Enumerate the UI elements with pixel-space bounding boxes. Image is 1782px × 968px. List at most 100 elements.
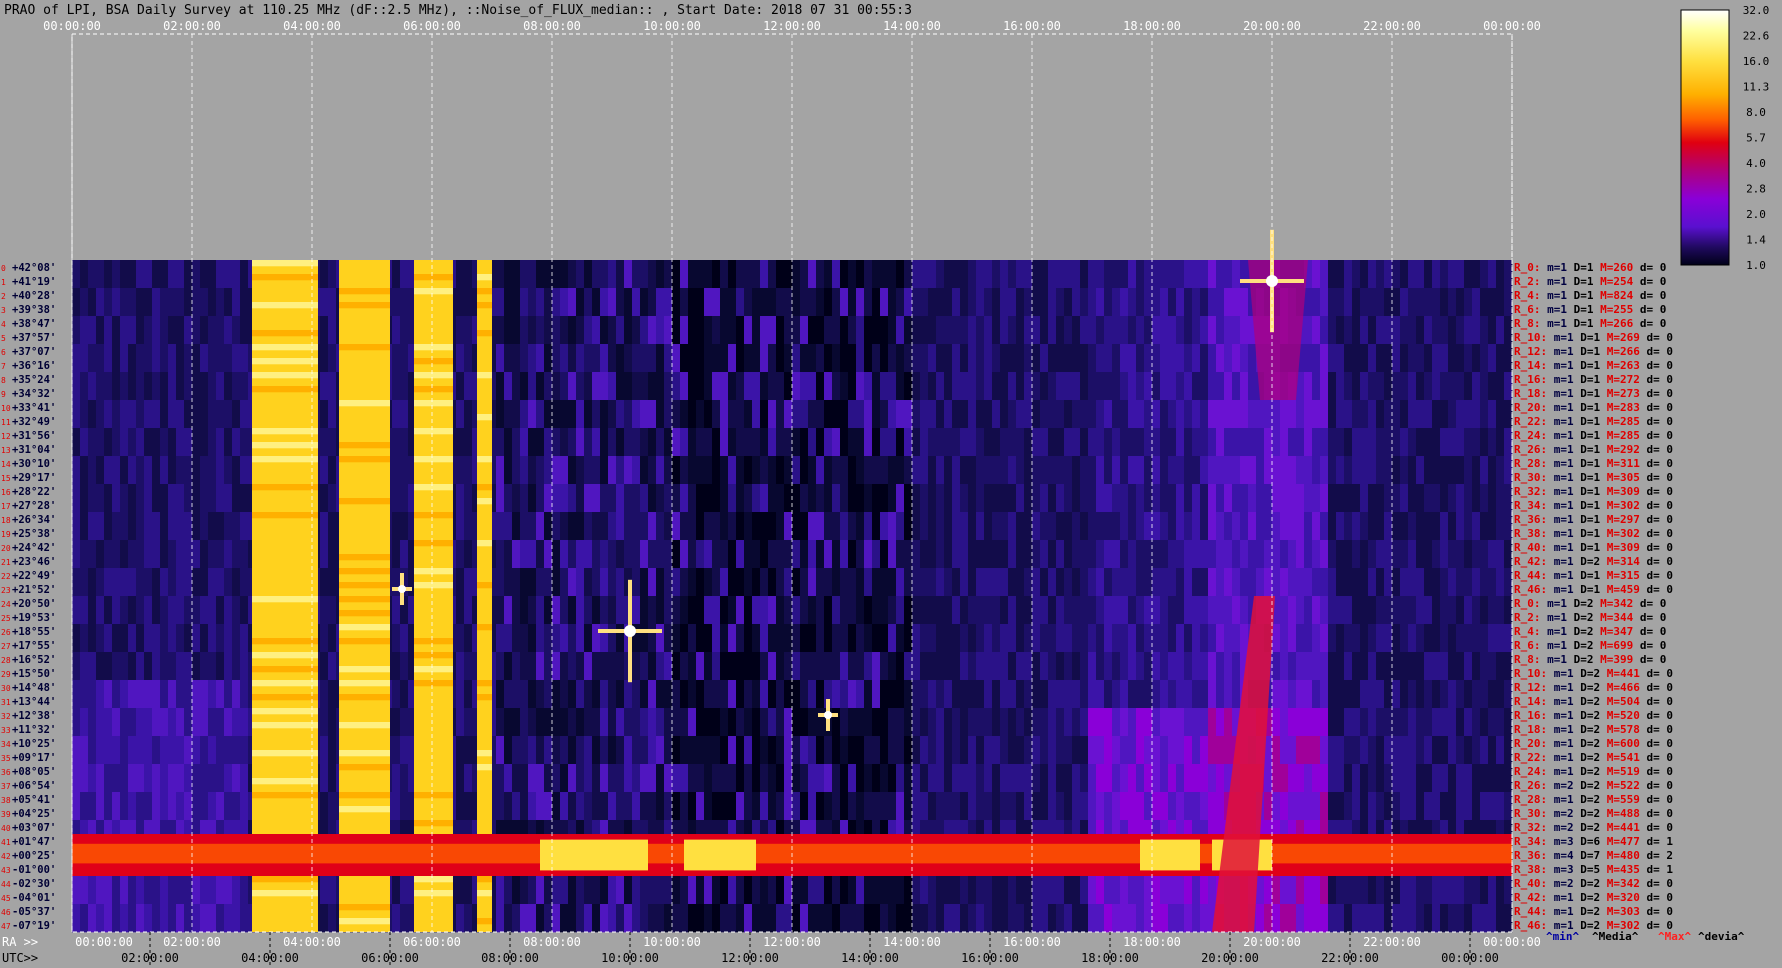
heatmap-cell <box>320 512 329 541</box>
heatmap-cell <box>560 456 569 485</box>
heatmap-cell <box>1488 736 1497 765</box>
heatmap-cell <box>656 372 665 401</box>
heatmap-cell <box>136 568 145 597</box>
heatmap-cell <box>88 540 97 569</box>
heatmap-cell <box>784 260 793 289</box>
heatmap-cell <box>1448 792 1457 821</box>
heatmap-cell <box>920 372 929 401</box>
heatmap-cell <box>136 400 145 429</box>
heatmap-cell <box>720 344 729 373</box>
heatmap-cell <box>1440 456 1449 485</box>
heatmap-cell <box>1320 400 1329 429</box>
heatmap-cell <box>888 456 897 485</box>
heatmap-cell <box>1144 260 1153 289</box>
heatmap-cell <box>1424 512 1433 541</box>
heatmap-cell <box>1360 512 1369 541</box>
heatmap-cell <box>120 680 129 709</box>
heatmap-cell <box>1248 372 1257 401</box>
heatmap-cell <box>512 456 521 485</box>
heatmap-cell <box>784 680 793 709</box>
heatmap-cell <box>1392 736 1401 765</box>
heatmap-cell <box>976 652 985 681</box>
row-stat-line: R_10: m=1 D=2 M=441 d= 0 <box>1514 667 1673 680</box>
heatmap-cell <box>888 708 897 737</box>
row-stat-part: m=2 <box>1547 779 1574 792</box>
heatmap-cell <box>1168 428 1177 457</box>
heatmap-cell <box>1360 400 1369 429</box>
band-stripe <box>414 288 453 295</box>
heatmap-cell <box>1336 344 1345 373</box>
heatmap-cell <box>896 260 905 289</box>
heatmap-cell <box>1192 736 1201 765</box>
heatmap-cell <box>456 540 465 569</box>
heatmap-cell <box>1456 344 1465 373</box>
heatmap-cell <box>776 568 785 597</box>
heatmap-cell <box>216 428 225 457</box>
heatmap-cell <box>1456 792 1465 821</box>
heatmap-cell <box>504 260 513 289</box>
heatmap-cell <box>136 288 145 317</box>
heatmap-cell <box>960 540 969 569</box>
heatmap-cell <box>880 764 889 793</box>
heatmap-cell <box>1448 540 1457 569</box>
heatmap-cell <box>976 400 985 429</box>
heatmap-cell <box>152 624 161 653</box>
heatmap-cell <box>160 736 169 765</box>
row-stat-part: m=1 <box>1547 793 1574 806</box>
heatmap-cell <box>1368 904 1377 933</box>
band-stripe <box>477 890 492 897</box>
heatmap-cell <box>872 792 881 821</box>
heatmap-cell <box>704 624 713 653</box>
heatmap-cell <box>536 652 545 681</box>
heatmap-cell <box>888 792 897 821</box>
heatmap-cell <box>1400 792 1409 821</box>
heatmap-cell <box>560 540 569 569</box>
heatmap-cell <box>1096 624 1105 653</box>
heatmap-cell <box>688 764 697 793</box>
heatmap-cell <box>1192 372 1201 401</box>
heatmap-cell <box>744 624 753 653</box>
heatmap-cell <box>1088 596 1097 625</box>
heatmap-cell <box>792 736 801 765</box>
heatmap-cell <box>704 288 713 317</box>
heatmap-cell <box>1368 736 1377 765</box>
heatmap-cell <box>928 652 937 681</box>
heatmap-cell <box>176 792 185 821</box>
heatmap-cell <box>1216 624 1225 653</box>
heatmap-cell <box>120 540 129 569</box>
heatmap-cell <box>1368 400 1377 429</box>
heatmap-cell <box>1192 428 1201 457</box>
heatmap-cell <box>1368 344 1377 373</box>
heatmap-cell <box>536 344 545 373</box>
row-stat-part: d= 0 <box>1640 331 1673 344</box>
heatmap-cell <box>208 512 217 541</box>
heatmap-cell <box>1024 876 1033 905</box>
heatmap-cell <box>1408 596 1417 625</box>
heatmap-cell <box>1288 764 1297 793</box>
heatmap-cell <box>680 372 689 401</box>
row-stat-part: d= 0 <box>1640 877 1673 890</box>
colorbar-ticks: 32.022.616.011.38.05.74.02.82.01.41.0 <box>1743 4 1770 272</box>
row-stat-part: D=2 <box>1567 639 1594 652</box>
heatmap-cell <box>496 372 505 401</box>
heatmap-cell <box>840 652 849 681</box>
heatmap-cell <box>800 372 809 401</box>
heatmap-cell <box>1072 708 1081 737</box>
heatmap-cell <box>1232 680 1241 709</box>
row-number-label: 2 <box>1 292 6 301</box>
heatmap-cell <box>1504 344 1513 373</box>
heatmap-cell <box>1144 316 1153 345</box>
heatmap-cell <box>72 288 81 317</box>
heatmap-cell <box>192 792 201 821</box>
heatmap-cell <box>96 512 105 541</box>
heatmap-cell <box>560 708 569 737</box>
heatmap-cell <box>1352 596 1361 625</box>
heatmap-cell <box>1376 540 1385 569</box>
heatmap-cell <box>960 512 969 541</box>
heatmap-cell <box>1080 708 1089 737</box>
heatmap-cell <box>104 260 113 289</box>
colorbar-tick-label: 16.0 <box>1743 55 1770 68</box>
heatmap-cell <box>936 540 945 569</box>
heatmap-cell <box>1160 652 1169 681</box>
heatmap-cell <box>600 596 609 625</box>
